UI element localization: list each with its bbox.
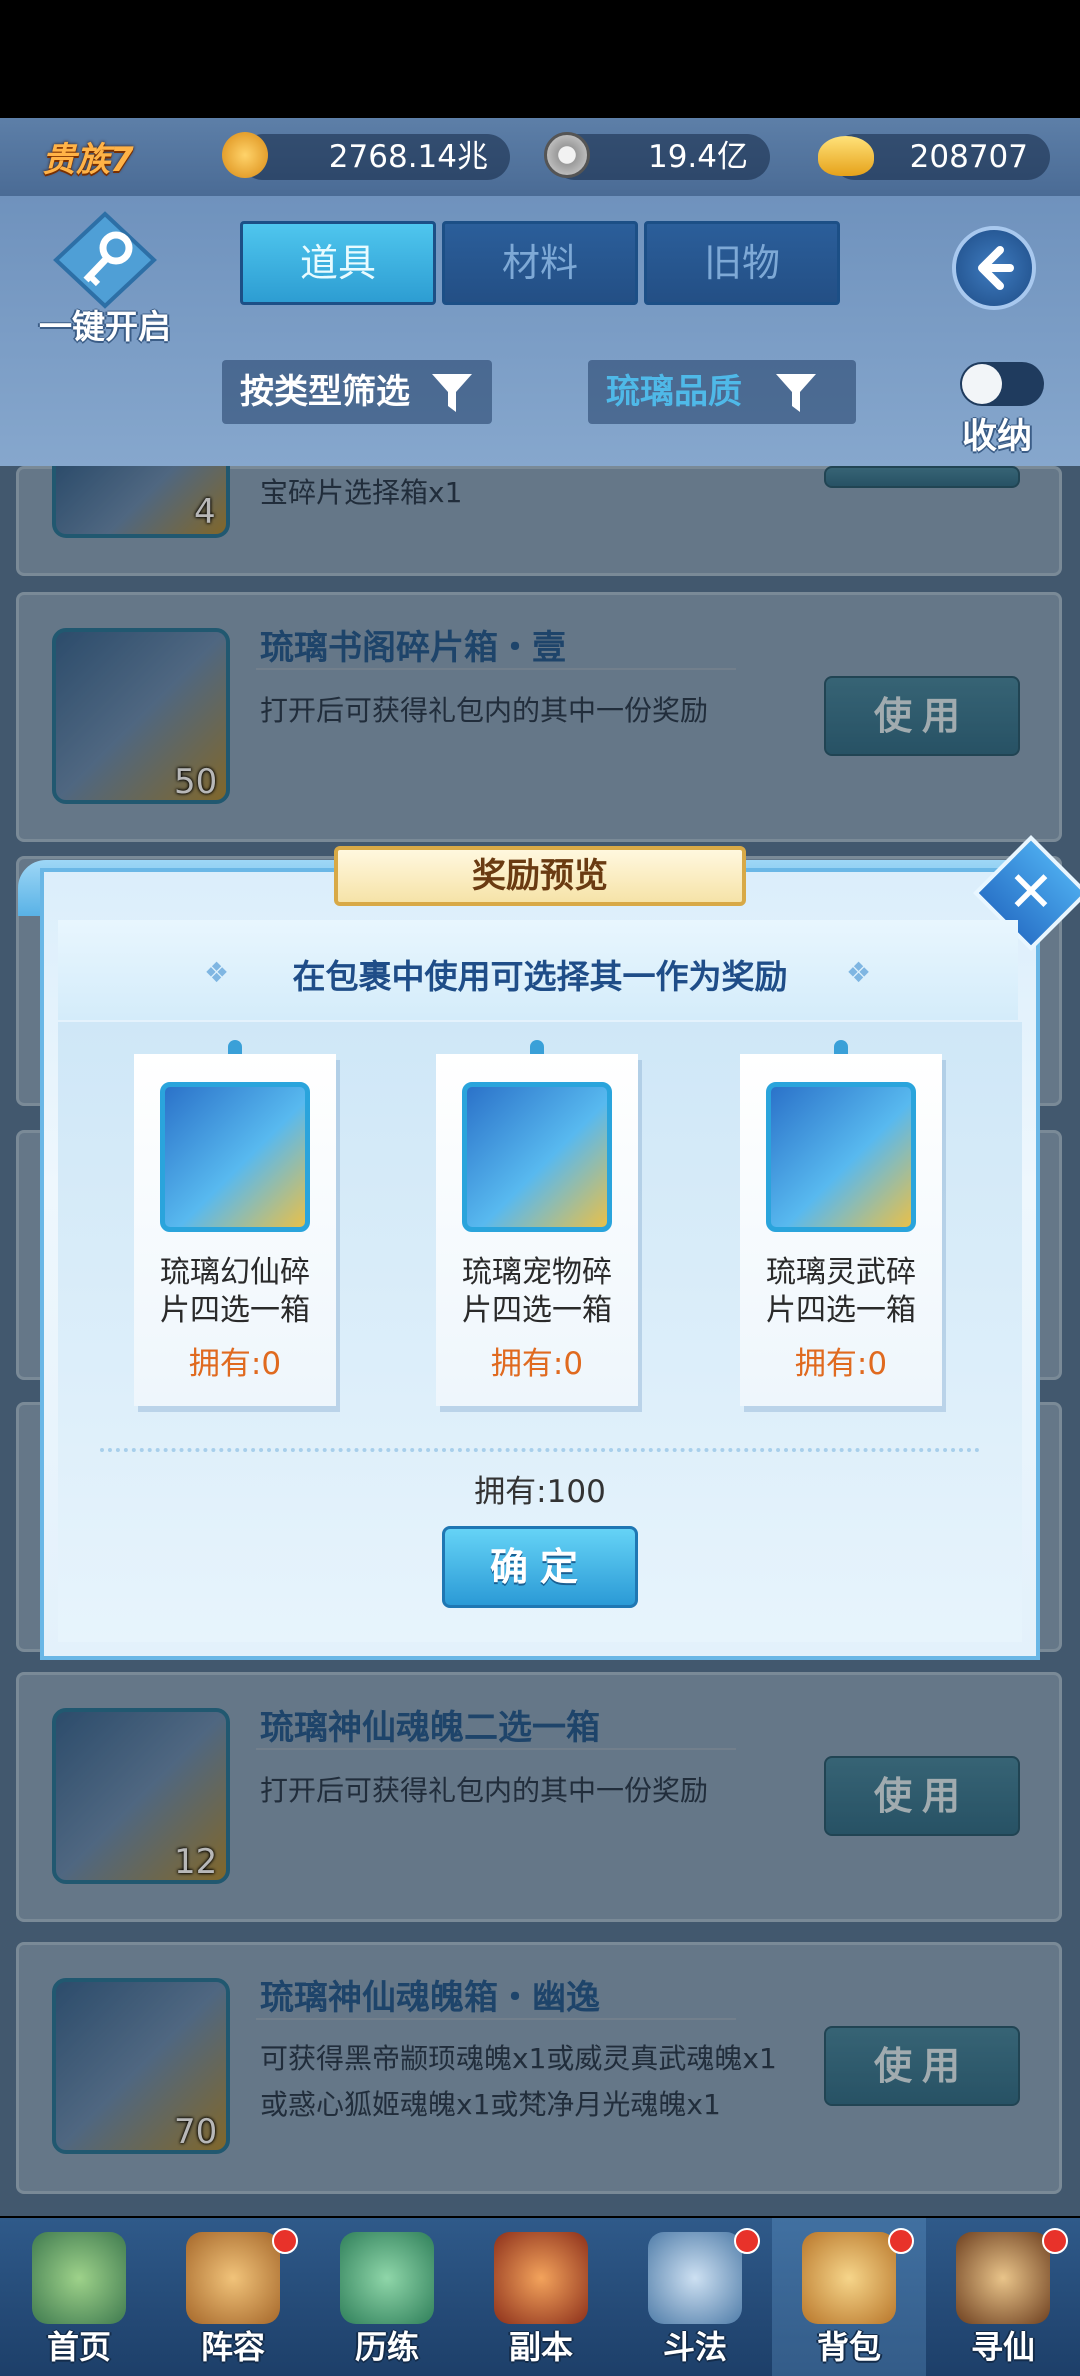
toggle-knob <box>962 364 1002 404</box>
notification-badge <box>734 2228 760 2254</box>
nav-label: 首页 <box>46 2328 111 2366</box>
reward-chest-icon <box>160 1082 310 1232</box>
nav-home[interactable]: 首页 <box>2 2218 156 2376</box>
battle-swords-icon <box>648 2232 742 2324</box>
key-icon[interactable] <box>50 210 160 310</box>
nav-backpack[interactable]: 背包 <box>772 2218 926 2376</box>
back-arrow-icon <box>978 246 1014 290</box>
notification-badge <box>272 2228 298 2254</box>
notification-badge <box>1042 2228 1068 2254</box>
filter-quality-label: 琉璃品质 <box>606 372 742 412</box>
reward-owned: 拥有:0 <box>490 1346 584 1382</box>
training-icon <box>340 2232 434 2324</box>
nav-label: 历练 <box>354 2328 419 2366</box>
reward-name: 琉璃幻仙碎 片四选一箱 <box>160 1255 310 1328</box>
nav-label: 寻仙 <box>970 2328 1035 2366</box>
power-icon <box>222 132 268 178</box>
filter-funnel-icon <box>432 374 472 412</box>
gold-ingot-icon <box>818 136 874 176</box>
nav-dungeon[interactable]: 副本 <box>464 2218 618 2376</box>
power-value: 2768.14兆 <box>240 134 510 180</box>
reward-name: 琉璃灵武碎 片四选一箱 <box>766 1255 916 1328</box>
tab-items[interactable]: 道具 <box>240 221 436 305</box>
confirm-button[interactable]: 确定 <box>442 1526 638 1608</box>
reward-owned: 拥有:0 <box>794 1346 888 1382</box>
tab-materials[interactable]: 材料 <box>442 221 638 305</box>
one-click-open-button[interactable]: 一键开启 <box>30 300 180 348</box>
modal-subtitle: 在包裹中使用可选择其一作为奖励 <box>292 957 788 996</box>
filter-funnel-icon <box>776 374 816 412</box>
nav-label: 背包 <box>816 2328 881 2366</box>
scroll-icon <box>956 2232 1050 2324</box>
nav-label: 副本 <box>508 2328 573 2366</box>
nav-label: 斗法 <box>662 2328 727 2366</box>
backpack-icon <box>802 2232 896 2324</box>
status-bar <box>0 0 1080 118</box>
owned-total: 拥有:100 <box>474 1474 606 1510</box>
modal-title: 奖励预览 <box>334 846 746 906</box>
nav-seek-immortal[interactable]: 寻仙 <box>926 2218 1080 2376</box>
filter-type-label: 按类型筛选 <box>240 372 410 412</box>
reward-name: 琉璃宠物碎 片四选一箱 <box>462 1255 612 1328</box>
tab-relics[interactable]: 旧物 <box>644 221 840 305</box>
copper-coin-icon <box>544 132 590 178</box>
nav-lineup[interactable]: 阵容 <box>156 2218 310 2376</box>
filter-by-quality-button[interactable]: 琉璃品质 <box>588 360 856 424</box>
dungeon-gate-icon <box>494 2232 588 2324</box>
back-button[interactable] <box>952 226 1036 310</box>
filter-by-type-button[interactable]: 按类型筛选 <box>222 360 492 424</box>
notification-badge <box>888 2228 914 2254</box>
nav-training[interactable]: 历练 <box>310 2218 464 2376</box>
vip-level: 贵族7 <box>42 140 134 180</box>
nav-battle[interactable]: 斗法 <box>618 2218 772 2376</box>
lineup-icon <box>186 2232 280 2324</box>
reward-chest-icon <box>462 1082 612 1232</box>
reward-owned: 拥有:0 <box>188 1346 282 1382</box>
reward-chest-icon <box>766 1082 916 1232</box>
collapse-label: 收纳 <box>962 417 1033 457</box>
home-icon <box>32 2232 126 2324</box>
dotted-divider <box>100 1448 980 1452</box>
nav-label: 阵容 <box>200 2328 265 2366</box>
